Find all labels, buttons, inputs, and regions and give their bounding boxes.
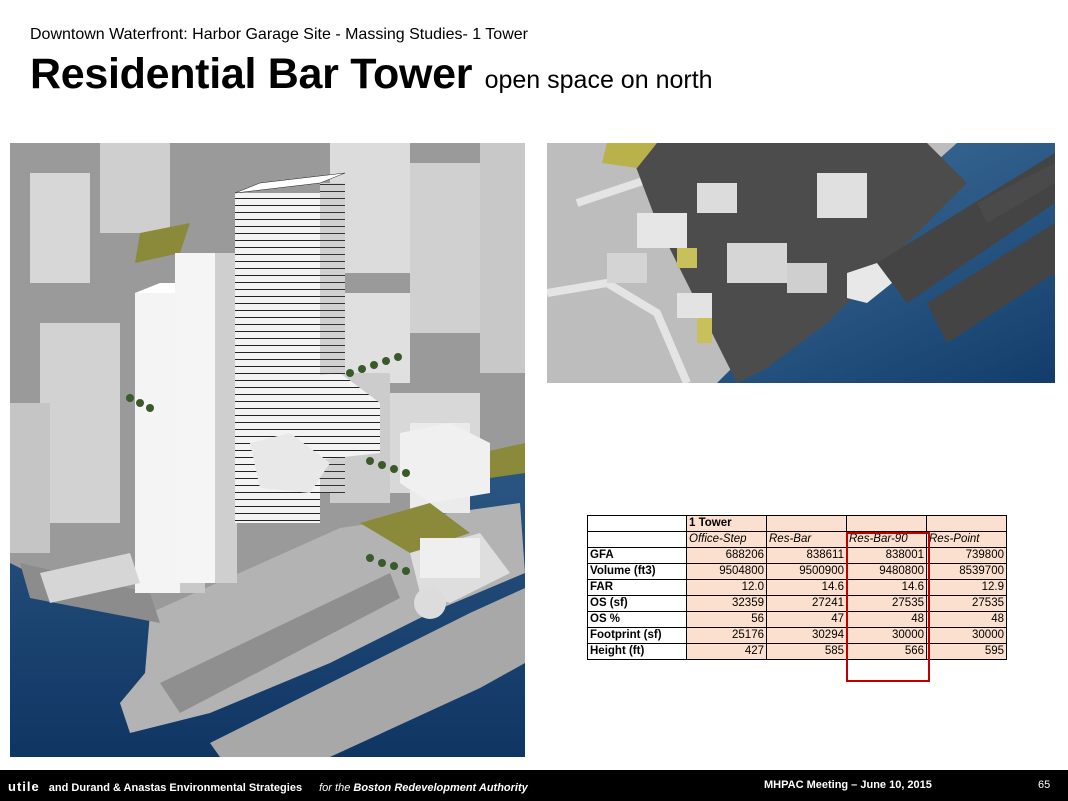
table-row-label: FAR bbox=[587, 579, 687, 596]
table-group-label: 1 Tower bbox=[686, 515, 767, 532]
table-row-label: OS % bbox=[587, 611, 687, 628]
footer-client: Boston Redevelopment Authority bbox=[353, 782, 528, 794]
table-cell: 25176 bbox=[686, 627, 767, 644]
table-cell: 30000 bbox=[846, 627, 927, 644]
table-cell: 585 bbox=[766, 643, 847, 660]
table-row: OS (sf) 32359 27241 27535 27535 bbox=[587, 595, 1007, 612]
table-cell: 14.6 bbox=[846, 579, 927, 596]
table-cell: 739800 bbox=[926, 547, 1007, 564]
table-cell: 688206 bbox=[686, 547, 767, 564]
table-cell: 838611 bbox=[766, 547, 847, 564]
massing-data-table: 1 Tower Office-Step Res-Bar Res-Bar-90 R… bbox=[587, 515, 1007, 660]
table-row: GFA 688206 838611 838001 739800 bbox=[587, 547, 1007, 564]
table-cell: 8539700 bbox=[926, 563, 1007, 580]
table-cell: 838001 bbox=[846, 547, 927, 564]
table-row-label: Footprint (sf) bbox=[587, 627, 687, 644]
table-cell: 427 bbox=[686, 643, 767, 660]
table-corner-cell bbox=[587, 515, 687, 532]
table-cell: 9500900 bbox=[766, 563, 847, 580]
table-group-row: 1 Tower bbox=[587, 515, 1007, 532]
table-column-header: Res-Bar-90 bbox=[846, 531, 927, 548]
slide-title: Residential Bar Tower open space on nort… bbox=[30, 50, 713, 99]
table-row: Footprint (sf) 25176 30294 30000 30000 bbox=[587, 627, 1007, 644]
slide-footer: utile and Durand & Anastas Environmental… bbox=[0, 770, 1068, 801]
table-row: OS % 56 47 48 48 bbox=[587, 611, 1007, 628]
table-header-row: Office-Step Res-Bar Res-Bar-90 Res-Point bbox=[587, 531, 1007, 548]
table-row: Volume (ft3) 9504800 9500900 9480800 853… bbox=[587, 563, 1007, 580]
shadow-study-view bbox=[547, 143, 1055, 383]
table-cell: 12.9 bbox=[926, 579, 1007, 596]
footer-for: for the bbox=[319, 782, 351, 794]
table-cell: 27241 bbox=[766, 595, 847, 612]
table-cell: 27535 bbox=[926, 595, 1007, 612]
table-cell: 595 bbox=[926, 643, 1007, 660]
slide-title-main: Residential Bar Tower bbox=[30, 50, 473, 98]
table-cell: 12.0 bbox=[686, 579, 767, 596]
table-row: FAR 12.0 14.6 14.6 12.9 bbox=[587, 579, 1007, 596]
table-cell: 9480800 bbox=[846, 563, 927, 580]
table-column-header: Res-Point bbox=[926, 531, 1007, 548]
footer-credit: and Durand & Anastas Environmental Strat… bbox=[48, 782, 303, 794]
table-row-label: Height (ft) bbox=[587, 643, 687, 660]
page-number: 65 bbox=[1038, 779, 1051, 791]
deck-subtitle: Downtown Waterfront: Harbor Garage Site … bbox=[30, 26, 528, 43]
table-cell: 30294 bbox=[766, 627, 847, 644]
table-column-header: Res-Bar bbox=[766, 531, 847, 548]
table-cell: 566 bbox=[846, 643, 927, 660]
table-cell: 27535 bbox=[846, 595, 927, 612]
utile-logo: utile bbox=[8, 779, 40, 794]
massing-aerial-view bbox=[10, 143, 525, 757]
table-column-header: Office-Step bbox=[686, 531, 767, 548]
table-cell: 48 bbox=[926, 611, 1007, 628]
table-row-label: OS (sf) bbox=[587, 595, 687, 612]
table-cell: 48 bbox=[846, 611, 927, 628]
table-cell: 32359 bbox=[686, 595, 767, 612]
footer-credits: utile and Durand & Anastas Environmental… bbox=[8, 779, 528, 794]
table-cell: 30000 bbox=[926, 627, 1007, 644]
slide-title-suffix: open space on north bbox=[484, 66, 713, 94]
table-row-label: GFA bbox=[587, 547, 687, 564]
table-row-label: Volume (ft3) bbox=[587, 563, 687, 580]
table-cell: 47 bbox=[766, 611, 847, 628]
table-cell: 14.6 bbox=[766, 579, 847, 596]
table-row: Height (ft) 427 585 566 595 bbox=[587, 643, 1007, 660]
table-cell: 9504800 bbox=[686, 563, 767, 580]
footer-meeting: MHPAC Meeting – June 10, 2015 bbox=[764, 779, 932, 791]
table-cell: 56 bbox=[686, 611, 767, 628]
